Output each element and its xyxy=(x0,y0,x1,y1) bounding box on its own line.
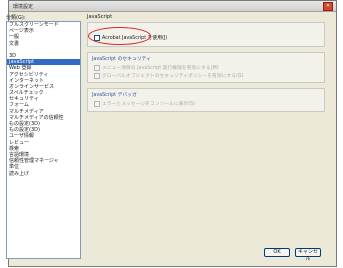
group-title: JavaScript デバッガ xyxy=(92,93,137,98)
checkbox-icon[interactable] xyxy=(94,72,100,79)
close-icon[interactable]: ✕ xyxy=(323,2,333,11)
checkbox-label: エラーとメッセージをコンソールに表示(S) xyxy=(102,102,196,107)
checkbox-label: メニュー項目の JavaScript 実行権限を有効にする(M) xyxy=(102,66,219,71)
menu-javascript-checkbox[interactable]: メニュー項目の JavaScript 実行権限を有効にする(M) xyxy=(94,64,219,71)
ok-button[interactable]: OK xyxy=(264,248,290,257)
checkbox-label: グローバルオブジェクトのセキュリティポリシーを有効にする(G) xyxy=(102,74,244,79)
category-item[interactable]: 読み上げ xyxy=(7,171,80,177)
checkbox-icon[interactable] xyxy=(94,64,100,71)
javascript-debugger-group: JavaScript デバッガ エラーとメッセージをコンソールに表示(S) xyxy=(87,88,325,112)
group-title: JavaScript のセキュリティ xyxy=(92,57,151,62)
checkbox-icon[interactable] xyxy=(94,100,100,107)
panel-title: JavaScript xyxy=(87,14,113,20)
cancel-button[interactable]: キャンセル xyxy=(295,248,321,262)
window-title: 環境設定 xyxy=(13,4,34,10)
category-label: 分類(G): xyxy=(6,15,26,21)
global-object-policy-checkbox[interactable]: グローバルオブジェクトのセキュリティポリシーを有効にする(G) xyxy=(94,72,244,79)
console-errors-checkbox[interactable]: エラーとメッセージをコンソールに表示(S) xyxy=(94,100,195,107)
highlight-ellipse xyxy=(88,27,151,45)
title-bar: 環境設定 ✕ xyxy=(9,1,336,12)
javascript-security-group: JavaScript のセキュリティ メニュー項目の JavaScript 実行… xyxy=(87,52,325,83)
category-list[interactable]: フルスクリーンモード ページ表示 一般 文書 3D JavaScript Web… xyxy=(6,21,81,259)
